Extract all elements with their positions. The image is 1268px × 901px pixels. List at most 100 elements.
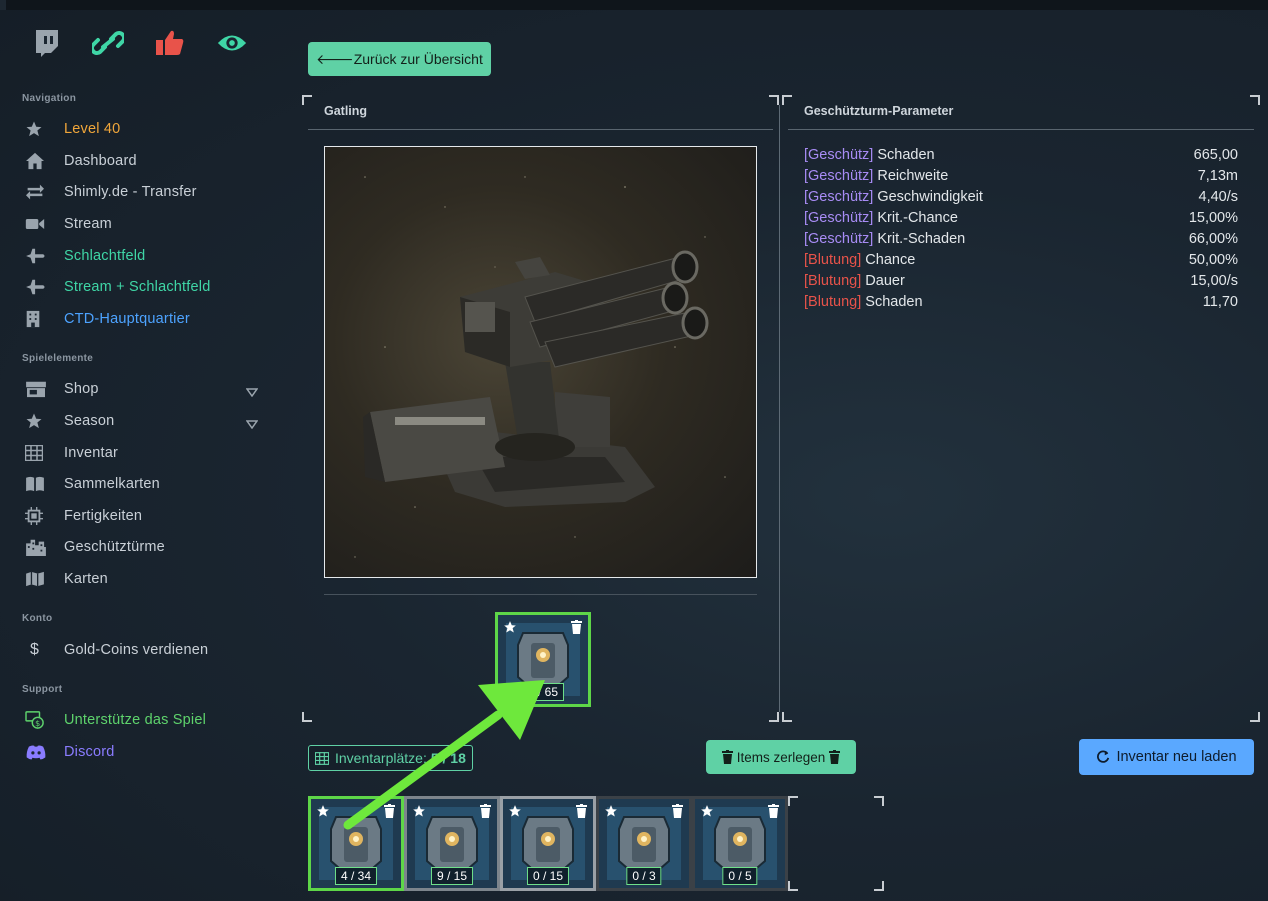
svg-text:$: $	[35, 718, 40, 728]
param-name: Geschwindigkeit	[877, 189, 983, 205]
disassemble-label: Items zerlegen	[736, 749, 826, 765]
param-tag: Blutung	[808, 294, 858, 310]
corner-decoration	[874, 796, 884, 806]
nav-skills[interactable]: Fertigkeiten	[22, 502, 262, 530]
trash-icon[interactable]	[571, 620, 582, 639]
back-to-overview-button[interactable]: 🡐Zurück zur Übersicht	[308, 42, 491, 76]
param-tag: Geschütz	[808, 210, 870, 226]
nav-collectible-cards[interactable]: Sammelkarten	[22, 470, 262, 498]
inventory-item-card[interactable]: 0 / 3	[596, 796, 692, 891]
nav-stream[interactable]: Stream	[22, 210, 262, 238]
item-count: 0 / 5	[722, 867, 758, 885]
nav-battlefield[interactable]: Schlachtfeld	[22, 242, 262, 270]
favorite-star-icon[interactable]	[604, 804, 618, 823]
nav-turrets[interactable]: Geschütztürme	[22, 533, 262, 561]
reload-inventory-button[interactable]: Inventar neu laden	[1079, 739, 1254, 775]
param-tag: Blutung	[808, 252, 858, 268]
param-tag: Geschütz	[808, 231, 870, 247]
nav-label: Stream	[64, 216, 112, 232]
disassemble-items-button[interactable]: Items zerlegen	[706, 740, 856, 774]
parameter-row: [Geschütz] Krit.-Schaden 66,00%	[804, 231, 1238, 252]
inventory-item-card[interactable]: 0 / 5	[692, 796, 788, 891]
plane-icon	[22, 247, 52, 265]
corner-decoration	[874, 881, 884, 891]
param-value: 66,00%	[1188, 231, 1238, 247]
sidebar: Navigation Level 40 Dashboard Shimly.de …	[0, 10, 280, 901]
nav-label: Shimly.de - Transfer	[64, 184, 197, 200]
nav-label: Stream + Schlachtfeld	[64, 279, 211, 295]
nav-label: Dashboard	[64, 153, 137, 169]
favorite-star-icon[interactable]	[503, 620, 517, 639]
parameter-panel: Geschützturm-Parameter [Geschütz] Schade…	[779, 95, 1260, 722]
param-name: Dauer	[865, 273, 905, 289]
divider	[324, 594, 757, 595]
item-count: 9 / 15	[430, 867, 474, 885]
corner-decoration	[769, 95, 779, 105]
thumbs-up-icon[interactable]	[154, 28, 186, 58]
plane-icon	[22, 278, 52, 296]
nav-stream-battlefield[interactable]: Stream + Schlachtfeld	[22, 273, 262, 301]
parameter-row: [Blutung] Dauer 15,00/s	[804, 273, 1238, 294]
book-icon	[22, 476, 52, 492]
divider	[308, 129, 773, 130]
star-icon	[22, 120, 52, 138]
star-icon	[22, 412, 52, 430]
nav-dashboard[interactable]: Dashboard	[22, 147, 262, 175]
empty-inventory-slot[interactable]	[788, 796, 884, 891]
chevron-down-icon	[245, 384, 259, 402]
social-links	[30, 28, 248, 58]
parameter-row: [Geschütz] Krit.-Chance 15,00%	[804, 210, 1238, 231]
trash-icon[interactable]	[576, 804, 587, 823]
param-value: 11,70	[1202, 294, 1238, 310]
parameter-title: Geschützturm-Parameter	[804, 104, 954, 118]
param-tag: Geschütz	[808, 168, 870, 184]
nav-label: Karten	[64, 571, 108, 587]
nav-support-game[interactable]: $ Unterstütze das Spiel	[22, 706, 262, 734]
corner-decoration	[782, 712, 792, 722]
panel-divider	[779, 105, 780, 712]
chip-icon	[22, 507, 52, 525]
section-title-support: Support	[22, 684, 63, 695]
dollar-icon: $	[30, 641, 39, 658]
nav-label: Season	[64, 413, 115, 429]
parameter-row: [Geschütz] Schaden 665,00	[804, 147, 1238, 168]
top-bar-edge	[0, 0, 6, 10]
parameter-row: [Blutung] Chance 50,00%	[804, 252, 1238, 273]
nav-label: Schlachtfeld	[64, 248, 146, 264]
nav-headquarters[interactable]: CTD-Hauptquartier	[22, 305, 262, 333]
twitch-icon[interactable]	[30, 28, 62, 58]
trash-icon[interactable]	[768, 804, 779, 823]
section-title-account: Konto	[22, 613, 53, 624]
corner-decoration	[1250, 95, 1260, 105]
nav-discord[interactable]: Discord	[22, 738, 262, 766]
transfer-icon	[22, 183, 52, 201]
city-icon	[22, 538, 52, 556]
refresh-icon	[1096, 750, 1110, 764]
favorite-star-icon[interactable]	[700, 804, 714, 823]
chevron-down-icon	[245, 416, 259, 434]
turret-panel: Gatling 0 / 65	[302, 95, 779, 722]
nav-season[interactable]: Season	[22, 407, 262, 435]
trash-icon[interactable]	[672, 804, 683, 823]
param-name: Chance	[865, 252, 916, 268]
nav-label: Shop	[64, 381, 99, 397]
favorite-star-icon[interactable]	[316, 804, 330, 823]
param-value: 7,13m	[1197, 168, 1238, 184]
nav-level[interactable]: Level 40	[22, 115, 262, 143]
nav-shop[interactable]: Shop	[22, 375, 262, 403]
param-name: Schaden	[877, 147, 935, 163]
nav-maps[interactable]: Karten	[22, 565, 262, 593]
link-icon[interactable]	[92, 28, 124, 58]
grid-icon	[22, 445, 52, 461]
param-value: 15,00%	[1188, 210, 1238, 226]
store-icon	[22, 380, 52, 398]
param-value: 4,40/s	[1198, 189, 1239, 205]
nav-earn-coins[interactable]: $ Gold-Coins verdienen	[22, 636, 262, 664]
eye-icon[interactable]	[216, 28, 248, 58]
param-name: Krit.-Chance	[877, 210, 958, 226]
param-name: Krit.-Schaden	[877, 231, 966, 247]
drag-arrow-annotation	[343, 680, 545, 830]
nav-inventory[interactable]: Inventar	[22, 439, 262, 467]
corner-decoration	[788, 796, 798, 806]
nav-transfer[interactable]: Shimly.de - Transfer	[22, 178, 262, 206]
